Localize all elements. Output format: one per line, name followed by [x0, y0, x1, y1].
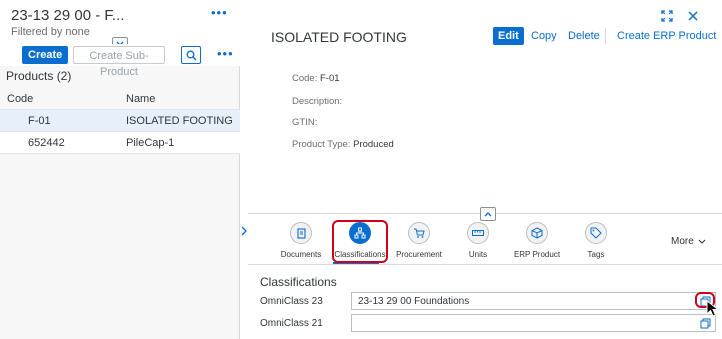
- tab-label: ERP Product: [513, 250, 561, 259]
- filter-status: Filtered by none: [11, 26, 90, 38]
- omniclass-21-input[interactable]: [351, 314, 716, 332]
- attribute-value: F-01: [320, 73, 340, 84]
- omniclass-23-input[interactable]: 23-13 29 00 Foundations: [351, 292, 716, 310]
- toolbar-more-button[interactable]: •••: [217, 46, 234, 61]
- value-help-button[interactable]: [699, 317, 711, 329]
- close-button[interactable]: [685, 8, 701, 24]
- attribute-label: GTIN:: [292, 117, 318, 128]
- section-title: Classifications: [260, 275, 337, 289]
- products-table: Code Name F-01 ISOLATED FOOTING 652442 P…: [0, 88, 240, 154]
- object-title: ISOLATED FOOTING: [271, 29, 407, 45]
- table-row[interactable]: 652442 PileCap-1: [0, 132, 240, 154]
- field-label-omniclass-23: OmniClass 23: [260, 296, 323, 307]
- field-label-omniclass-21: OmniClass 21: [260, 318, 323, 329]
- create-erp-product-button[interactable]: Create ERP Product: [617, 27, 716, 45]
- value-help-icon: [700, 318, 710, 328]
- attribute-label: Description:: [292, 96, 343, 107]
- delete-button[interactable]: Delete: [568, 27, 600, 45]
- chevron-down-icon: [698, 239, 706, 244]
- cart-icon: [408, 222, 430, 244]
- tab-tags[interactable]: Tags: [568, 222, 624, 259]
- edit-button[interactable]: Edit: [493, 27, 524, 45]
- annotation-highlight: [332, 220, 388, 263]
- fullscreen-button[interactable]: [659, 8, 675, 24]
- attribute-code: Code: F-01: [292, 73, 340, 84]
- tab-label: Documents: [280, 250, 322, 259]
- attribute-label: Product Type:: [292, 139, 351, 150]
- documents-icon: [290, 222, 312, 244]
- search-button[interactable]: [181, 46, 201, 64]
- mouse-cursor-icon: [706, 300, 720, 317]
- cell-code: 652442: [28, 137, 65, 149]
- fullscreen-icon: [661, 10, 673, 22]
- input-value: 23-13 29 00 Foundations: [358, 296, 470, 307]
- detail-pane: ISOLATED FOOTING Edit Copy Delete Create…: [248, 0, 722, 339]
- cell-name: ISOLATED FOOTING: [126, 115, 233, 127]
- tab-units[interactable]: Units: [450, 222, 506, 259]
- object-header: ISOLATED FOOTING Edit Copy Delete Create…: [248, 0, 722, 213]
- chevron-right-icon: [241, 226, 247, 236]
- tab-procurement[interactable]: Procurement: [391, 222, 447, 259]
- create-button[interactable]: Create: [22, 46, 69, 64]
- collapse-header-button[interactable]: [480, 207, 496, 221]
- pane-splitter-toggle[interactable]: [240, 213, 248, 249]
- tab-label: Procurement: [396, 250, 442, 259]
- tags-icon: [585, 222, 607, 244]
- cell-code: F-01: [28, 115, 51, 127]
- header-more-button[interactable]: •••: [211, 5, 228, 20]
- copy-button[interactable]: Copy: [531, 27, 557, 45]
- attribute-product-type: Product Type: Produced: [292, 139, 394, 150]
- table-row[interactable]: F-01 ISOLATED FOOTING: [0, 110, 240, 132]
- units-icon: [467, 222, 489, 244]
- master-list-pane: 23-13 29 00 - F... Filtered by none ••• …: [0, 0, 240, 339]
- chevron-up-icon: [484, 212, 492, 217]
- tab-label: Units: [468, 250, 488, 259]
- tab-label: Tags: [587, 250, 605, 259]
- more-label: More: [671, 236, 694, 247]
- products-count-heading: Products (2): [6, 69, 72, 83]
- tab-erp-product[interactable]: ERP Product: [509, 222, 565, 259]
- attribute-label: Code:: [292, 73, 318, 84]
- master-title: 23-13 29 00 - F...: [11, 7, 125, 24]
- table-header: Code Name: [0, 88, 240, 110]
- search-icon: [186, 50, 196, 60]
- attribute-value: Produced: [353, 139, 394, 150]
- master-toolbar: Create Create Sub-Product •••: [0, 44, 240, 78]
- close-icon: [688, 11, 698, 21]
- column-header-name: Name: [126, 93, 156, 105]
- tab-documents[interactable]: Documents: [273, 222, 329, 259]
- toolbar-separator: [605, 28, 606, 44]
- cell-name: PileCap-1: [126, 137, 175, 149]
- attribute-description: Description:: [292, 96, 342, 107]
- attribute-gtin: GTIN:: [292, 117, 317, 128]
- erp-product-icon: [526, 222, 548, 244]
- more-tabs-button[interactable]: More: [671, 236, 706, 247]
- column-header-code: Code: [7, 93, 34, 105]
- create-subproduct-button[interactable]: Create Sub-Product: [73, 46, 165, 78]
